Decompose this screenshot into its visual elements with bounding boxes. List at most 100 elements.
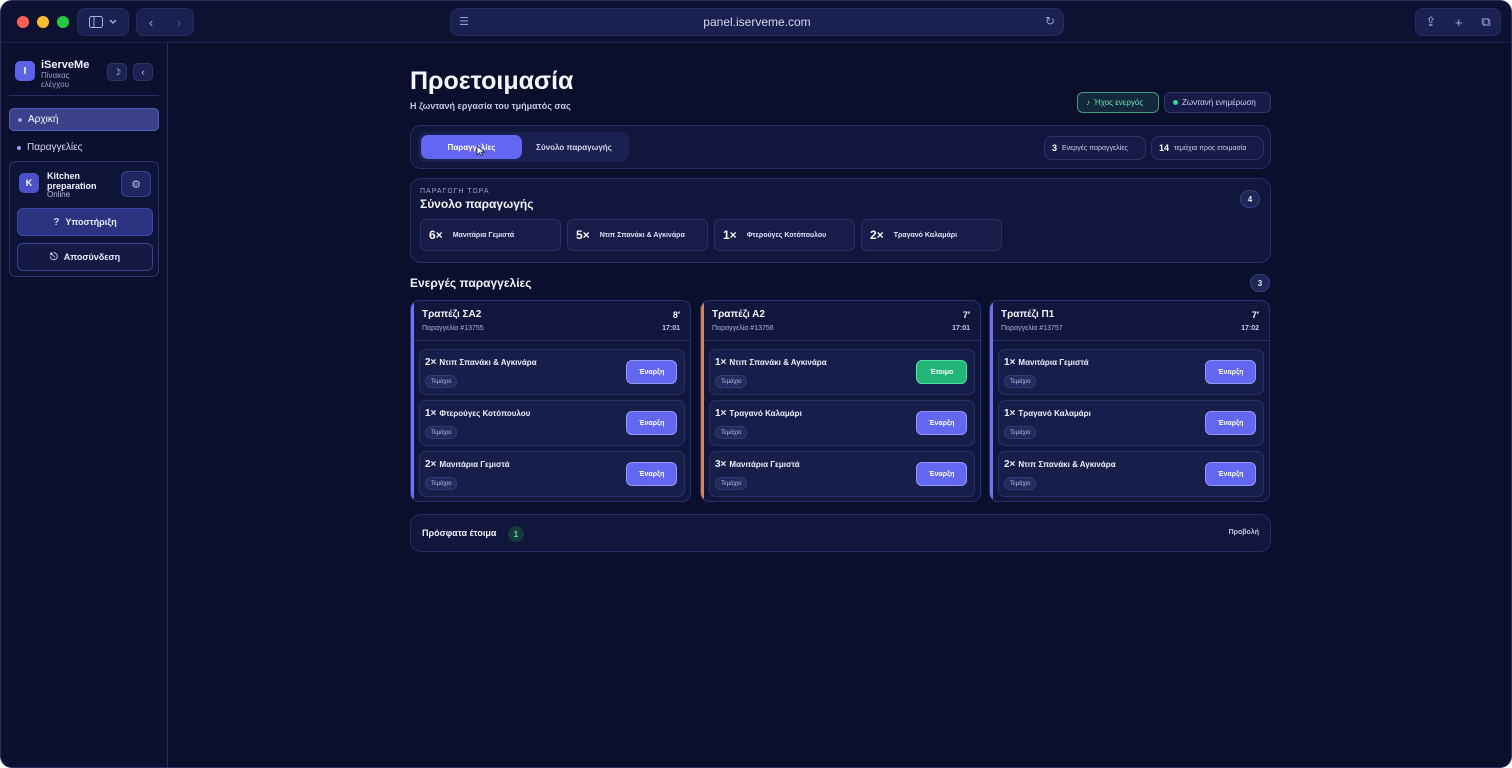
order-number: Παραγγελία #13756 (712, 325, 774, 332)
production-qty: 6× (429, 228, 443, 242)
order-elapsed: 7′ (1251, 310, 1259, 320)
view-tabs: Παραγγελίες Σύνολο παραγωγής (418, 132, 629, 162)
order-item-line: 1× Μανιτάρια Γεμιστά (1004, 357, 1089, 368)
order-item-line: 2× Μανιτάρια Γεμιστά (425, 459, 510, 470)
start-button[interactable]: Έναρξη (1205, 360, 1256, 384)
recently-ready-title: Πρόσφατα έτοιμα (422, 528, 497, 538)
sidebar-item-orders[interactable]: Παραγγελίες (9, 136, 159, 159)
page-menu-icon[interactable]: ☰ (459, 15, 469, 28)
order-item: 3× Μανιτάρια Γεμιστά Τεμάχιο Έναρξη (709, 451, 975, 497)
order-elapsed: 7′ (962, 310, 970, 320)
zoom-window-button[interactable] (57, 16, 69, 28)
brand-name: iServeMe (41, 59, 90, 71)
order-time: 17:01 (952, 325, 970, 332)
start-button[interactable]: Έναρξη (1205, 462, 1256, 486)
tab-orders[interactable]: Παραγγελίες (421, 135, 522, 159)
logout-button[interactable]: ⎋ Αποσύνδεση (17, 243, 153, 271)
order-accent-bar (701, 301, 704, 501)
active-orders-count: 3 (1052, 143, 1058, 153)
order-item-name: Τραγανό Καλαμάρι (1018, 409, 1091, 418)
gear-icon: ⚙ (131, 178, 141, 191)
moon-icon: ☽ (112, 66, 122, 77)
start-button[interactable]: Έναρξη (1205, 411, 1256, 435)
order-time: 17:01 (662, 325, 680, 332)
url-text: panel.iserveme.com (703, 15, 811, 29)
order-item-line: 1× Τραγανό Καλαμάρι (1004, 408, 1091, 419)
sidebar-divider (9, 95, 159, 96)
item-type-tag: Τεμάχιο (1004, 375, 1037, 388)
start-button[interactable]: Έναρξη (626, 411, 677, 435)
production-name: Φτερούγες Κοτόπουλου (746, 231, 827, 239)
ready-button[interactable]: Έτοιμο (916, 360, 967, 384)
order-item-name: Ντιπ Σπανάκι & Αγκινάρα (1018, 460, 1116, 469)
view-button[interactable]: Προβολή (1229, 529, 1259, 536)
sidebar-item-label: Αρχική (28, 114, 59, 125)
order-item: 1× Φτερούγες Κοτόπουλου Τεμάχιο Έναρξη (419, 400, 685, 446)
sound-toggle-button[interactable]: ♪ Ήχος ενεργός (1077, 92, 1159, 113)
order-item-name: Μανιτάρια Γεμιστά (729, 460, 800, 469)
forward-button[interactable]: › (165, 15, 193, 30)
address-bar[interactable]: ☰ panel.iserveme.com ↻ (450, 8, 1064, 36)
order-item-line: 2× Ντιπ Σπανάκι & Αγκινάρα (1004, 459, 1116, 470)
support-button[interactable]: ? Υποστήριξη (17, 208, 153, 236)
browser-actions-group: ⇪ + ⧉ (1415, 8, 1501, 36)
production-count-badge: 4 (1240, 190, 1260, 208)
production-name: Ντιπ Σπανάκι & Αγκινάρα (599, 231, 685, 239)
station-name: Kitchen preparation (47, 171, 97, 191)
start-button[interactable]: Έναρξη (626, 360, 677, 384)
order-item: 1× Μανιτάρια Γεμιστά Τεμάχιο Έναρξη (998, 349, 1264, 395)
order-item-name: Τραγανό Καλαμάρι (729, 409, 802, 418)
brand-logo: I (15, 61, 35, 81)
order-item-name: Μανιτάρια Γεμιστά (439, 460, 510, 469)
bullet-icon (18, 117, 22, 122)
sidebar-item-home[interactable]: Αρχική (9, 108, 159, 131)
tab-overview-icon[interactable]: ⧉ (1481, 14, 1490, 30)
logout-label: Αποσύνδεση (63, 252, 121, 262)
bullet-icon (17, 145, 21, 150)
share-icon[interactable]: ⇪ (1425, 14, 1436, 30)
sidebar-icon (89, 16, 103, 28)
order-item-line: 1× Ντιπ Σπανάκι & Αγκινάρα (715, 357, 827, 368)
view-tabs-panel: Παραγγελίες Σύνολο παραγωγής 3 Ενεργές π… (410, 125, 1271, 169)
theme-toggle-button[interactable]: ☽ (107, 63, 127, 81)
order-item: 1× Τραγανό Καλαμάρι Τεμάχιο Έναρξη (709, 400, 975, 446)
sidebar-toggle-button[interactable] (77, 8, 129, 36)
order-item-qty: 1× (1004, 357, 1016, 368)
close-window-button[interactable] (17, 16, 29, 28)
page-title: Προετοιμασία (410, 67, 574, 95)
order-card: Τραπέζι Α2 Παραγγελία #13756 7′ 17:01 1×… (700, 300, 981, 502)
active-orders-label: Ενεργές παραγγελίες (1062, 144, 1128, 152)
minimize-window-button[interactable] (37, 16, 49, 28)
order-accent-bar (411, 301, 414, 501)
active-orders-stat: 3 Ενεργές παραγγελίες (1044, 136, 1146, 160)
logout-icon: ⎋ (49, 251, 58, 263)
brand-subtitle: Πίνακας ελέγχου (41, 71, 70, 89)
order-item-qty: 2× (1004, 459, 1016, 470)
items-count: 14 (1159, 143, 1170, 153)
chevron-down-icon (109, 19, 117, 24)
active-orders-title: Ενεργές παραγγελίες (410, 276, 532, 290)
music-note-icon: ♪ (1086, 98, 1090, 107)
start-button[interactable]: Έναρξη (916, 462, 967, 486)
back-button[interactable]: ‹ (137, 15, 165, 30)
order-item-qty: 2× (425, 357, 437, 368)
recently-ready-panel[interactable]: Πρόσφατα έτοιμα 1 Προβολή (410, 514, 1271, 552)
tab-production-total[interactable]: Σύνολο παραγωγής (524, 135, 624, 159)
order-item-line: 1× Τραγανό Καλαμάρι (715, 408, 802, 419)
order-item-line: 1× Φτερούγες Κοτόπουλου (425, 408, 530, 419)
station-settings-button[interactable]: ⚙ (121, 171, 151, 197)
order-card: Τραπέζι Π1 Παραγγελία #13757 7′ 17:02 1×… (989, 300, 1270, 502)
collapse-sidebar-button[interactable]: ‹ (133, 63, 153, 81)
new-tab-icon[interactable]: + (1455, 15, 1463, 30)
order-item: 2× Ντιπ Σπανάκι & Αγκινάρα Τεμάχιο Έναρξη (998, 451, 1264, 497)
items-to-prepare-stat: 14 τεμάχια προς ετοιμασία (1151, 136, 1264, 160)
reload-icon[interactable]: ↻ (1045, 14, 1055, 28)
live-label: Ζωντανή ενημέρωση (1182, 98, 1256, 107)
production-overline: ΠΑΡΑΓΩΓΗ ΤΩΡΑ (420, 188, 490, 195)
item-type-tag: Τεμάχιο (1004, 426, 1037, 439)
help-icon: ? (53, 216, 60, 228)
order-table: Τραπέζι Π1 (1001, 309, 1055, 320)
start-button[interactable]: Έναρξη (626, 462, 677, 486)
live-update-indicator: Ζωντανή ενημέρωση (1164, 92, 1271, 113)
start-button[interactable]: Έναρξη (916, 411, 967, 435)
